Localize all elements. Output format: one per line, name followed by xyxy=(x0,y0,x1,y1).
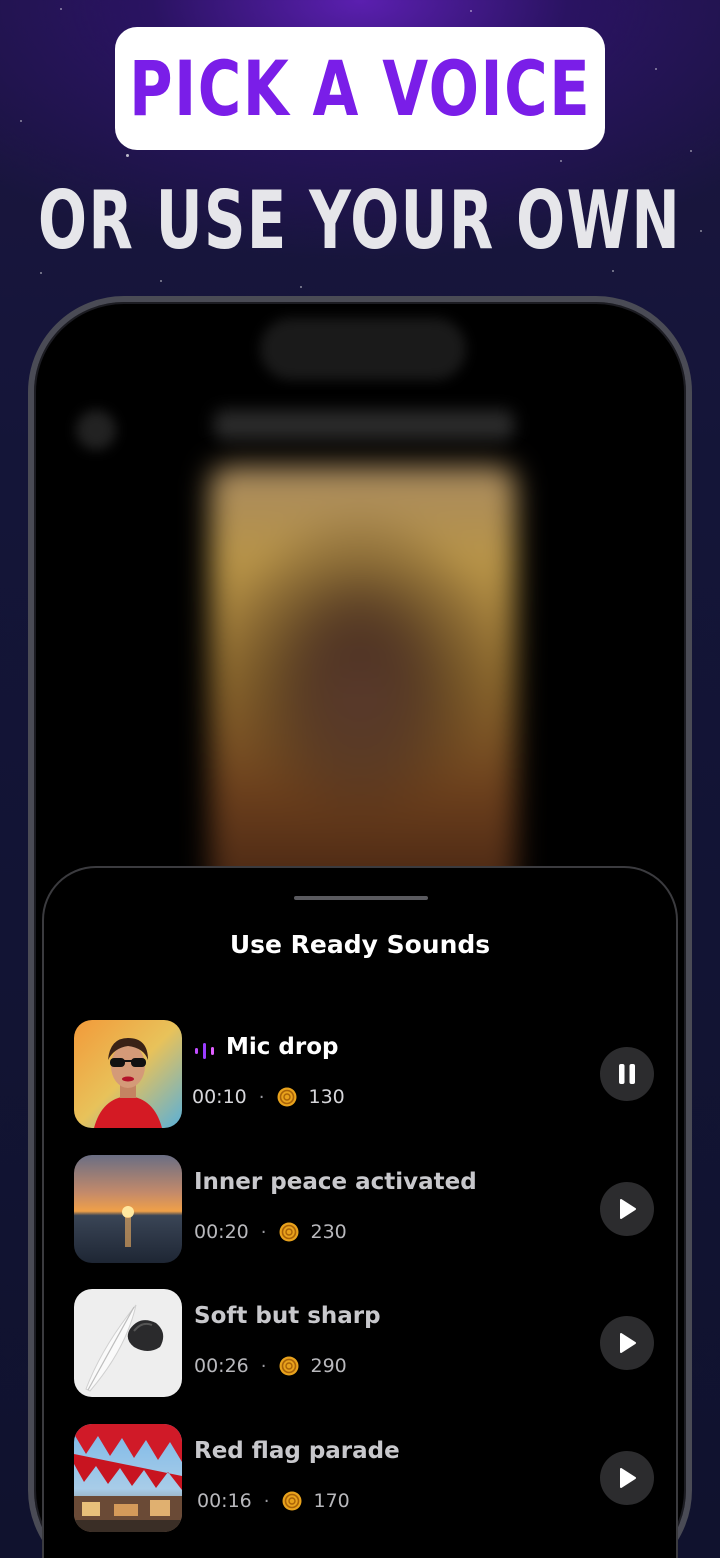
sound-thumbnail xyxy=(74,1424,182,1532)
headline-subtitle: OR USE YOUR OWN xyxy=(38,173,682,267)
sound-meta: 00:20 · 230 xyxy=(194,1221,347,1243)
headline-subtitle-container: OR USE YOUR OWN xyxy=(0,172,720,268)
sound-name: Mic drop xyxy=(226,1034,339,1060)
meta-separator: · xyxy=(258,1086,265,1108)
play-button[interactable] xyxy=(600,1316,654,1370)
meta-separator: · xyxy=(260,1355,267,1377)
coin-icon xyxy=(277,1087,296,1107)
sheet-grabber[interactable] xyxy=(294,896,428,900)
play-button[interactable] xyxy=(600,1182,654,1236)
headline-pill: PICK A VOICE xyxy=(115,27,605,150)
pause-button[interactable] xyxy=(600,1047,654,1101)
dynamic-island xyxy=(260,318,466,380)
sound-item-soft-but-sharp[interactable]: Soft but sharp 00:26 · 290 xyxy=(74,1289,654,1397)
headline-title: PICK A VOICE xyxy=(128,44,592,133)
coin-icon xyxy=(279,1222,298,1242)
sound-meta: 00:10 · 130 xyxy=(192,1086,345,1108)
sound-duration: 00:10 xyxy=(192,1086,247,1108)
play-icon xyxy=(620,1333,636,1353)
sound-meta: 00:26 · 290 xyxy=(194,1355,347,1377)
sound-name: Inner peace activated xyxy=(194,1169,477,1195)
sound-item-inner-peace[interactable]: Inner peace activated 00:20 · 230 xyxy=(74,1155,654,1263)
pause-icon xyxy=(619,1064,635,1084)
sheet-title: Use Ready Sounds xyxy=(229,930,491,959)
now-playing-icon xyxy=(195,1043,214,1059)
meta-separator: · xyxy=(263,1490,270,1512)
sound-thumbnail xyxy=(74,1155,182,1263)
meta-separator: · xyxy=(260,1221,267,1243)
sound-name: Red flag parade xyxy=(194,1438,400,1464)
sound-price: 230 xyxy=(310,1221,347,1243)
sound-duration: 00:20 xyxy=(194,1221,249,1243)
sound-meta: 00:16 · 170 xyxy=(197,1490,350,1512)
play-icon xyxy=(620,1199,636,1219)
sound-price: 130 xyxy=(308,1086,345,1108)
play-button[interactable] xyxy=(600,1451,654,1505)
sound-item-mic-drop[interactable]: Mic drop 00:10 · 130 xyxy=(74,1020,654,1128)
sound-thumbnail xyxy=(74,1289,182,1397)
sound-duration: 00:16 xyxy=(197,1490,252,1512)
coin-icon xyxy=(279,1356,298,1376)
sound-duration: 00:26 xyxy=(194,1355,249,1377)
sound-price: 170 xyxy=(313,1490,350,1512)
sound-price: 290 xyxy=(310,1355,347,1377)
play-icon xyxy=(620,1468,636,1488)
sound-item-red-flag-parade[interactable]: Red flag parade 00:16 · 170 xyxy=(74,1424,654,1532)
ready-sounds-sheet: Use Ready Sounds Mic drop 00:10 · 130 In… xyxy=(42,866,678,1558)
sound-thumbnail xyxy=(74,1020,182,1128)
blurred-screen-title xyxy=(214,410,514,440)
sound-name: Soft but sharp xyxy=(194,1303,381,1329)
blurred-back-button xyxy=(76,410,116,450)
coin-icon xyxy=(282,1491,301,1511)
